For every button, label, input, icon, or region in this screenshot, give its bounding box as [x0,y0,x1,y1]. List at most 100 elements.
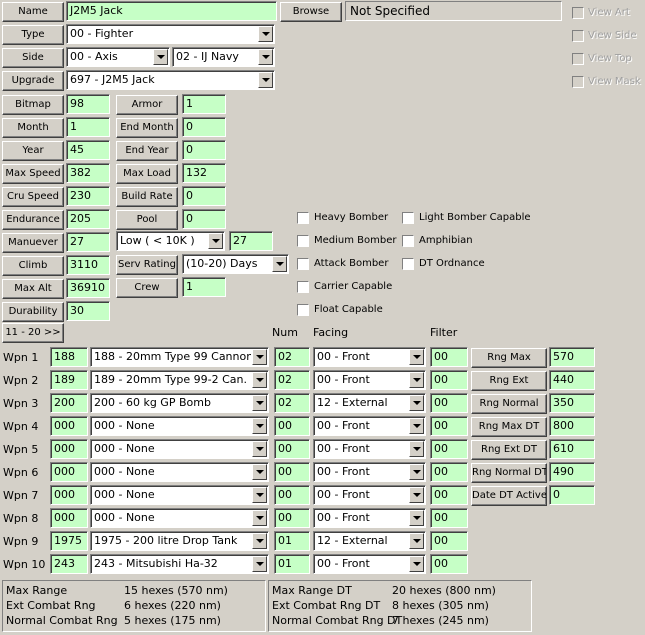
weapon-select[interactable]: 200 - 60 kg GP Bomb [90,393,269,413]
rng-normal-field[interactable]: 350 [549,393,595,413]
chevron-down-icon[interactable] [258,72,273,88]
armor-field[interactable]: 1 [182,94,226,114]
weapon-select[interactable]: 189 - 20mm Type 99-2 Can. [90,370,269,390]
chevron-down-icon[interactable] [252,510,267,526]
type-button[interactable]: Type [2,25,64,45]
chevron-down-icon[interactable] [252,533,267,549]
bitmap-field[interactable]: 98 [66,94,110,114]
date-dt-active-field[interactable]: 0 [549,485,595,505]
weapon-id-field[interactable]: 000 [50,462,88,482]
chevron-down-icon[interactable] [252,464,267,480]
serv-rating-select[interactable]: (10-20) Days [182,254,289,274]
upgrade-select[interactable]: 697 - J2M5 Jack [66,70,275,90]
end-month-field[interactable]: 0 [182,117,226,137]
weapon-id-field[interactable]: 1975 [50,531,88,551]
climb-button[interactable]: Climb [2,256,64,276]
pool-button[interactable]: Pool [116,210,178,230]
weapon-filter-field[interactable]: 00 [430,485,468,505]
rng-ext-dt-field[interactable]: 610 [549,439,595,459]
cru-speed-button[interactable]: Cru Speed [2,187,64,207]
weapon-id-field[interactable]: 188 [50,347,88,367]
weapon-facing-select[interactable]: 00 - Front [313,485,426,505]
weapon-select[interactable]: 243 - Mitsubishi Ha-32 [90,554,269,574]
weapon-num-field[interactable]: 00 [274,485,310,505]
month-field[interactable]: 1 [66,117,110,137]
chevron-down-icon[interactable] [272,256,287,272]
rng-max-dt-field[interactable]: 800 [549,416,595,436]
chevron-down-icon[interactable] [252,395,267,411]
chevron-down-icon[interactable] [252,487,267,503]
durability-field[interactable]: 30 [66,301,110,321]
chevron-down-icon[interactable] [409,510,424,526]
chevron-down-icon[interactable] [252,418,267,434]
page-next-button[interactable]: 11 - 20 >> [2,323,64,343]
weapon-facing-select[interactable]: 00 - Front [313,462,426,482]
serv-rating-button[interactable]: Serv Rating [116,255,178,275]
chevron-down-icon[interactable] [409,556,424,572]
chevron-down-icon[interactable] [409,441,424,457]
end-year-field[interactable]: 0 [182,140,226,160]
carrier-capable-checkbox[interactable] [297,281,309,293]
chevron-down-icon[interactable] [409,418,424,434]
browse-button[interactable]: Browse [280,2,342,22]
bitmap-button[interactable]: Bitmap [2,95,64,115]
chevron-down-icon[interactable] [252,441,267,457]
chevron-down-icon[interactable] [409,464,424,480]
chevron-down-icon[interactable] [208,233,223,249]
weapon-facing-select[interactable]: 00 - Front [313,370,426,390]
max-load-button[interactable]: Max Load [116,164,178,184]
float-capable-checkbox[interactable] [297,304,309,316]
chevron-down-icon[interactable] [258,49,273,65]
weapon-num-field[interactable]: 01 [274,531,310,551]
manuever-field[interactable]: 27 [66,232,110,252]
heavy-bomber-checkbox[interactable] [297,212,309,224]
weapon-select[interactable]: 188 - 20mm Type 99 Cannon [90,347,269,367]
max-speed-field[interactable]: 382 [66,163,110,183]
rng-max-field[interactable]: 570 [549,347,595,367]
weapon-facing-select[interactable]: 12 - External [313,531,426,551]
end-month-button[interactable]: End Month [116,118,178,138]
weapon-facing-select[interactable]: 00 - Front [313,347,426,367]
light-bomber-capable-checkbox[interactable] [402,212,414,224]
weapon-facing-select[interactable]: 00 - Front [313,554,426,574]
chevron-down-icon[interactable] [252,556,267,572]
weapon-id-field[interactable]: 243 [50,554,88,574]
year-button[interactable]: Year [2,141,64,161]
rng-max-dt-button[interactable]: Rng Max DT [471,417,547,437]
weapon-id-field[interactable]: 189 [50,370,88,390]
weapon-filter-field[interactable]: 00 [430,554,468,574]
chevron-down-icon[interactable] [409,349,424,365]
chevron-down-icon[interactable] [409,533,424,549]
max-alt-field[interactable]: 36910 [66,278,110,298]
rng-normal-button[interactable]: Rng Normal [471,394,547,414]
side-select[interactable]: 00 - Axis [66,47,170,67]
weapon-num-field[interactable]: 00 [274,416,310,436]
crew-field[interactable]: 1 [182,277,226,297]
name-field[interactable]: J2M5 Jack [66,1,277,21]
manuever-button[interactable]: Manuever [2,233,64,253]
weapon-filter-field[interactable]: 00 [430,439,468,459]
weapon-filter-field[interactable]: 00 [430,508,468,528]
chevron-down-icon[interactable] [252,349,267,365]
medium-bomber-checkbox[interactable] [297,235,309,247]
view-top-checkbox[interactable] [572,53,584,65]
build-rate-button[interactable]: Build Rate [116,187,178,207]
nation-select[interactable]: 02 - IJ Navy [172,47,275,67]
type-select[interactable]: 00 - Fighter [66,24,275,44]
weapon-select[interactable]: 000 - None [90,439,269,459]
weapon-filter-field[interactable]: 00 [430,416,468,436]
armor-button[interactable]: Armor [116,95,178,115]
weapon-id-field[interactable]: 200 [50,393,88,413]
weapon-facing-select[interactable]: 00 - Front [313,416,426,436]
weapon-filter-field[interactable]: 00 [430,393,468,413]
amphibian-checkbox[interactable] [402,235,414,247]
dt-ordnance-checkbox[interactable] [402,258,414,270]
weapon-select[interactable]: 000 - None [90,485,269,505]
chevron-down-icon[interactable] [252,372,267,388]
weapon-facing-select[interactable]: 00 - Front [313,508,426,528]
weapon-num-field[interactable]: 01 [274,554,310,574]
year-field[interactable]: 45 [66,140,110,160]
build-rate-field[interactable]: 0 [182,186,226,206]
weapon-filter-field[interactable]: 00 [430,347,468,367]
weapon-id-field[interactable]: 000 [50,485,88,505]
